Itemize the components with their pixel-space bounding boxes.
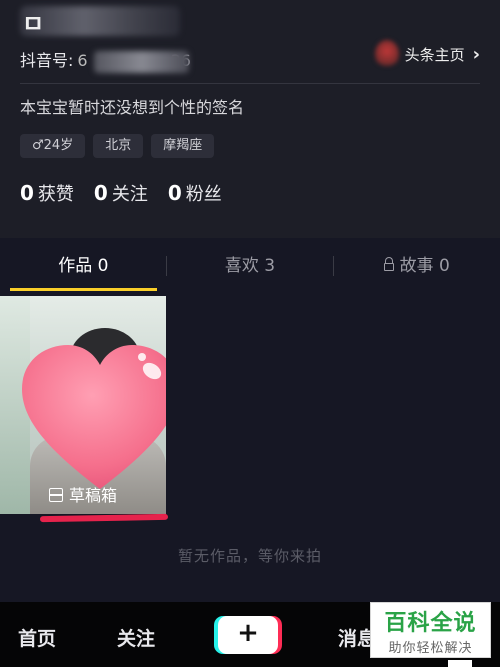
tag-location[interactable]: 北京 [93,134,144,158]
tab-works[interactable]: 作品 0 [0,238,167,294]
tab-separator [166,256,167,276]
nav-follow[interactable]: 关注 [117,624,155,651]
stat-followers-label: 粉丝 [185,184,222,205]
draft-box-icon [48,488,63,502]
plus-icon: + [237,618,259,648]
douyin-id-label: 抖音号: [20,51,74,70]
username: ㅁ [22,10,45,38]
heart-sticker-icon [22,345,166,489]
tab-stories[interactable]: 故事 0 [333,238,500,294]
draft-box-label: 草稿箱 [0,482,166,506]
douyin-id: 抖音号:636 [20,47,191,73]
empty-works-text: 暂无作品，等你来拍 [177,547,322,565]
toutiao-icon [374,40,399,68]
tab-likes[interactable]: 喜欢 3 [167,238,334,294]
chevron-right-icon: › [472,43,480,65]
toutiao-homepage-link[interactable]: 头条主页 › [374,40,480,68]
douyin-id-mask [93,50,189,73]
tab-separator [333,256,334,276]
profile-tags: ♂24岁 北京 摩羯座 [20,134,215,158]
nav-me-peek [448,660,472,667]
stat-following-label: 关注 [111,184,148,205]
draft-box-card[interactable]: 草稿箱 [0,296,166,514]
douyin-id-prefix: 6 [77,51,88,70]
create-video-button[interactable]: + [218,616,278,654]
profile-stats: 0 获赞 0 关注 0 粉丝 [20,180,222,206]
tab-stories-label: 故事 0 [399,256,450,276]
stat-likes-label: 获赞 [37,184,74,205]
watermark-logo: 百科全说 助你轻松解决 [370,602,491,658]
nav-home[interactable]: 首页 [18,624,56,651]
watermark-title: 百科全说 [384,611,477,636]
content-tabs: 作品 0 喜欢 3 故事 0 [0,238,500,294]
draft-box-text: 草稿箱 [68,486,117,505]
watermark-subtitle: 助你轻松解决 [388,641,473,656]
stat-likes-count: 0 [20,181,34,205]
lock-icon [383,257,394,271]
divider [20,83,480,84]
red-underline-annotation [39,513,169,523]
stat-following-count: 0 [93,181,108,205]
stat-likes[interactable]: 0 获赞 [20,180,74,206]
tag-zodiac[interactable]: 摩羯座 [151,134,215,158]
profile-header: ㅁ 抖音号:636 头条主页 › 本宝宝暂时还没想到个性的签名 ♂24岁 北京 … [0,0,500,238]
signature[interactable]: 本宝宝暂时还没想到个性的签名 [20,94,244,118]
stat-followers[interactable]: 0 粉丝 [168,180,222,206]
stat-following[interactable]: 0 关注 [94,180,148,206]
stat-followers-count: 0 [167,181,182,205]
tag-age[interactable]: ♂24岁 [20,134,86,158]
toutiao-label: 头条主页 [404,45,465,64]
